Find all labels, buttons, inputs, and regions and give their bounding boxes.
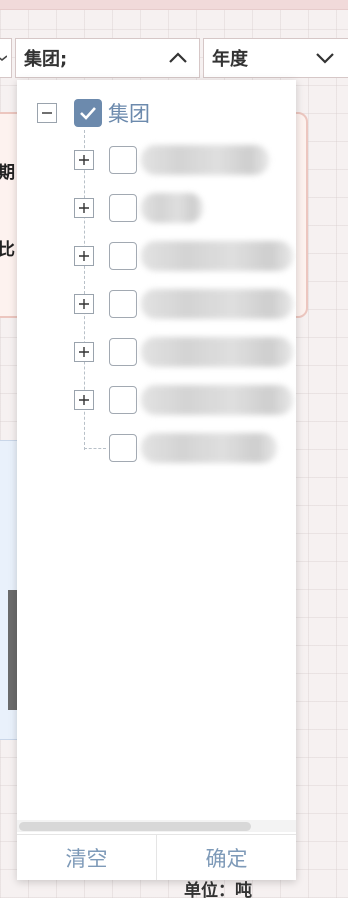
- item-checkbox[interactable]: [109, 194, 137, 222]
- item-checkbox[interactable]: [109, 242, 137, 270]
- group-dropdown-panel: 集团 清空 确定: [17, 80, 296, 880]
- group-select[interactable]: 集团;: [15, 38, 200, 78]
- group-tree: 集团: [17, 80, 296, 820]
- card-text-bi: 比: [0, 240, 15, 260]
- item-checkbox[interactable]: [109, 386, 137, 414]
- expand-icon[interactable]: [74, 198, 94, 218]
- item-checkbox[interactable]: [109, 434, 137, 462]
- year-select[interactable]: 年度: [203, 38, 348, 78]
- confirm-button[interactable]: 确定: [156, 835, 296, 880]
- root-label: 集团: [108, 102, 150, 126]
- chevron-down-icon: [0, 45, 7, 71]
- group-select-label: 集团;: [24, 49, 68, 70]
- item-checkbox[interactable]: [109, 146, 137, 174]
- chevron-up-icon: [165, 45, 191, 71]
- tree-item[interactable]: [74, 193, 203, 223]
- tree-item[interactable]: [74, 241, 293, 271]
- item-checkbox[interactable]: [109, 338, 137, 366]
- expand-icon[interactable]: [74, 246, 94, 266]
- chevron-down-icon: [312, 45, 338, 71]
- year-select-label: 年度: [212, 49, 248, 70]
- prev-filter-select[interactable]: [0, 38, 12, 78]
- tree-item[interactable]: [74, 145, 269, 175]
- root-checkbox[interactable]: [74, 99, 102, 127]
- page: 期 比 单位：吨 集团; 年度 集团 清空 确定: [0, 0, 348, 898]
- item-label-redacted: [141, 145, 269, 175]
- item-label-redacted: [141, 289, 293, 319]
- top-strip: [0, 0, 348, 10]
- item-label-redacted: [141, 193, 203, 223]
- tree-item[interactable]: [74, 289, 293, 319]
- clear-button[interactable]: 清空: [17, 835, 156, 880]
- tree-root: 集团: [37, 98, 150, 128]
- item-label-redacted: [141, 337, 293, 367]
- item-label-redacted: [141, 241, 293, 271]
- dropdown-footer: 清空 确定: [17, 834, 296, 880]
- expand-icon[interactable]: [74, 150, 94, 170]
- item-label-redacted: [141, 385, 293, 415]
- collapse-icon[interactable]: [37, 103, 57, 123]
- expand-icon[interactable]: [74, 294, 94, 314]
- item-label-redacted: [141, 433, 277, 463]
- item-checkbox[interactable]: [109, 290, 137, 318]
- tree-item[interactable]: [74, 385, 293, 415]
- scrollbar-thumb[interactable]: [19, 822, 251, 831]
- expand-icon[interactable]: [74, 342, 94, 362]
- tree-item[interactable]: [74, 433, 277, 463]
- card-text-qi: 期: [0, 163, 15, 183]
- tree-item[interactable]: [74, 337, 293, 367]
- expand-icon[interactable]: [74, 390, 94, 410]
